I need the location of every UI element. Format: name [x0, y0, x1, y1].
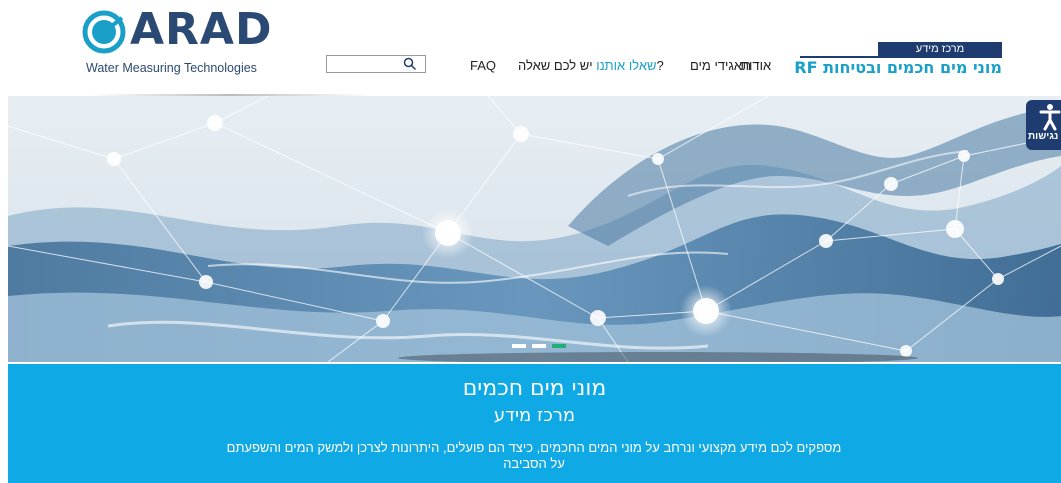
water-drop-logo-icon [82, 10, 126, 54]
carousel-dot-3[interactable] [552, 344, 566, 348]
search-input[interactable] [326, 55, 426, 73]
carousel-dot-2[interactable] [532, 344, 546, 348]
water-splash-network-image [8, 96, 1061, 362]
hero-subtitle: מרכז מידע [493, 405, 576, 426]
accessibility-button[interactable]: נגישות [1026, 100, 1061, 150]
hero-section: מוני מים חכמים מרכז מידע מספקים לכם מידע… [8, 364, 1061, 483]
nav-faq[interactable]: FAQ [470, 58, 496, 73]
site-header: ARAD Water Measuring Technologies FAQ שא… [0, 0, 1061, 96]
carousel-dot-1[interactable] [512, 344, 526, 348]
accessibility-label: נגישות [1028, 131, 1059, 142]
carousel-indicators [512, 344, 566, 348]
hero-description-line-1: מספקים לכם מידע מקצועי ונרחב על מוני המי… [226, 440, 842, 455]
hero-description: מספקים לכם מידע מקצועי ונרחב על מוני המי… [184, 440, 884, 472]
arad-logo[interactable]: ARAD Water Measuring Technologies [82, 4, 272, 78]
hero-title: מוני מים חכמים [462, 376, 607, 401]
accessibility-person-icon [1039, 104, 1061, 131]
info-center-tag: מרכז מידע [878, 42, 1002, 56]
nav-about[interactable]: אודות [740, 58, 771, 73]
hero-description-line-2: על הסביבה [503, 456, 565, 471]
logo-tagline: Water Measuring Technologies [86, 61, 257, 75]
nav-ask-us[interactable]: שאלו אותנו יש לכם שאלה? [518, 58, 664, 73]
nav-ask-link[interactable]: שאלו אותנו [596, 58, 656, 73]
search-icon[interactable] [403, 57, 417, 71]
hero-carousel-image [8, 96, 1061, 362]
logo-wordmark: ARAD [130, 4, 273, 55]
brand-title: מוני מים חכמים ובטיחות RF [794, 58, 1002, 77]
